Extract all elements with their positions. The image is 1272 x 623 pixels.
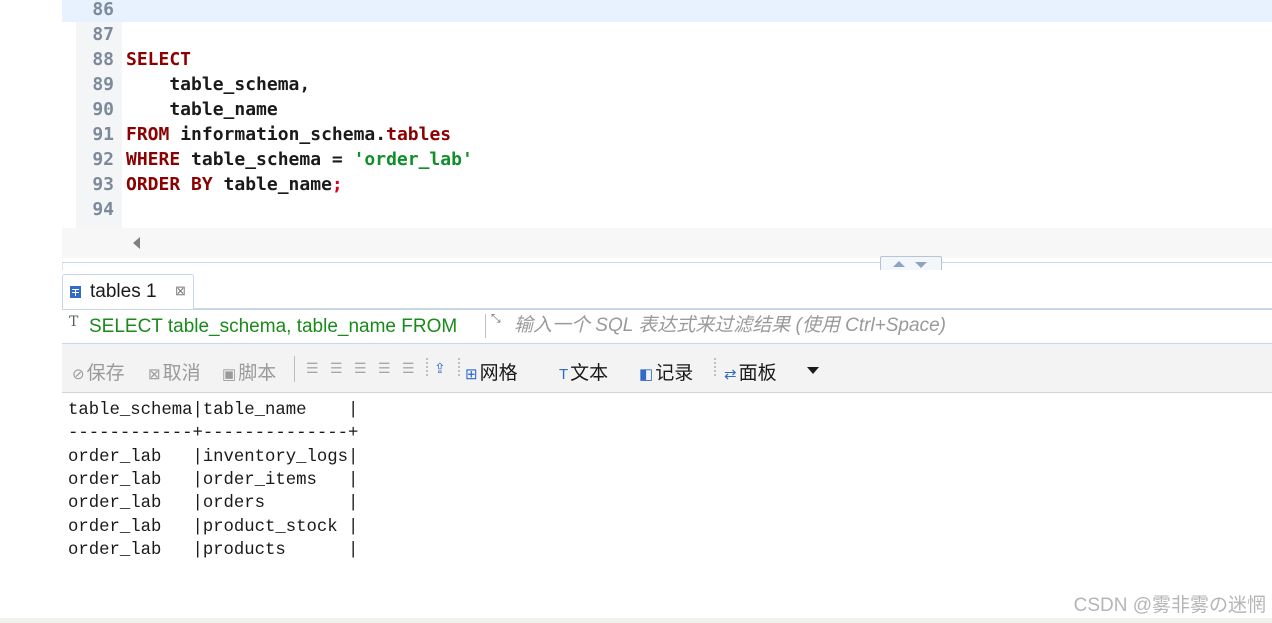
export-icon[interactable]: ⇪ [434,360,446,377]
result-line: order_lab |products | [68,540,359,560]
line-number: 90 [92,99,114,120]
results-tabbar: tables 1 ⊠ [62,270,1272,309]
text-filter-icon: T [69,314,79,330]
script-icon: ▣ [222,366,237,383]
line-code: table_schema, [126,72,310,97]
code-line[interactable]: 89 table_schema, [62,72,1272,97]
code-line[interactable]: 87 [62,22,1272,47]
check-circle-icon: ⊘ [72,366,85,383]
code-token: FROM [126,124,170,145]
filter-separator [485,314,486,338]
line-code: FROM information_schema.tables [126,122,451,147]
script-button[interactable]: ▣ 脚本 [222,358,276,385]
filter-query-text: SELECT table_schema, table_name FROM [89,316,458,337]
result-line: table_schema|table_name | [68,401,359,420]
row-delete-icon[interactable]: ☰ [378,360,391,377]
result-line: ------------+--------------+ [68,424,359,444]
save-button[interactable]: ⊘ 保存 [72,358,125,385]
line-code: ORDER BY table_name; [126,172,343,197]
result-line: order_lab |product_stock | [68,517,359,537]
code-token: table_schema = [180,149,354,170]
sash-down-icon[interactable] [915,262,927,268]
row-copy-icon[interactable]: ☰ [354,360,367,377]
result-line: order_lab |orders | [68,494,359,514]
toolbar-separator [294,356,295,382]
result-line: order_lab |order_items | [68,470,359,490]
grid-view-button[interactable]: ⊞ 网格 [465,358,518,385]
code-token: 'order_lab' [353,149,473,170]
left-gutter [0,0,63,623]
code-line[interactable]: 86 [62,0,1272,22]
line-number: 94 [92,199,114,220]
line-number: 89 [92,74,114,95]
code-token: table_name [126,99,278,120]
sql-editor[interactable]: 86 87 88 SELECT 89 table_schema, 90 table_nam… [62,0,1272,262]
line-number: 88 [92,49,114,70]
record-view-button[interactable]: ◧ 记录 [639,358,693,385]
record-icon: ◧ [639,366,654,383]
text-results-panel[interactable]: table_schema|table_name | ------------+--… [62,393,1272,623]
editor-results-divider [62,262,1272,263]
line-number: 92 [92,149,114,170]
line-code: table_name [126,97,278,122]
row-add-icon[interactable]: ☰ [330,360,343,377]
code-token: table_name [212,174,332,195]
line-number: 93 [92,174,114,195]
toolbar-grip [714,358,716,378]
row-revert-icon[interactable]: ☰ [402,360,415,377]
editor-horizontal-scrollbar[interactable] [62,228,1272,258]
sash-up-icon[interactable] [893,261,905,267]
code-token: information_schema. [169,124,387,145]
code-line[interactable]: 91 FROM information_schema.tables [62,122,1272,147]
panel-icon: ⇄ [724,366,737,383]
toolbar-grip [458,358,460,378]
code-line[interactable]: 94 [62,197,1272,222]
toolbar-grip [426,358,428,378]
grid-icon: ⊞ [465,366,478,383]
result-line: order_lab |inventory_logs| [68,447,359,467]
bottom-strip [0,618,1272,623]
text-view-button[interactable]: T 文本 [559,358,608,385]
code-line[interactable]: 92 WHERE table_schema = 'order_lab' [62,147,1272,172]
code-line[interactable]: 88 SELECT [62,47,1272,72]
watermark: CSDN @雾非雾の迷惘 [1073,595,1266,616]
filter-bar: T SELECT table_schema, table_name FROM ⤡ [62,309,1272,344]
code-token: SELECT [126,49,192,70]
line-code: SELECT [126,47,191,72]
tab-label: tables 1 [90,281,157,302]
code-token: ORDER BY [126,174,213,195]
expand-icon[interactable]: ⤡ [491,312,505,324]
code-line[interactable]: 93 ORDER BY table_name; [62,172,1272,197]
code-token: ; [331,174,343,195]
line-number: 91 [92,124,114,145]
code-token: table_schema, [126,74,311,95]
results-toolbar: ⊘ 保存 ⊠ 取消 ▣ 脚本 ☰ ☰ ☰ ☰ ☰ ⇪ ⊞ 网格 T 文本 ◧ 记录 ⇄ 面板 [62,344,1272,393]
close-icon[interactable]: ⊠ [175,283,186,299]
cancel-button[interactable]: ⊠ 取消 [148,358,201,385]
panels-button[interactable]: ⇄ 面板 [724,358,777,385]
filter-input[interactable] [514,312,1254,340]
scroll-left-icon[interactable] [133,237,140,249]
code-token: tables [386,124,452,145]
tab-tables-1[interactable]: tables 1 ⊠ [62,274,194,309]
line-number: 87 [92,24,114,45]
table-icon [70,286,81,298]
row-edit-icon[interactable]: ☰ [306,360,319,377]
chevron-down-icon[interactable] [807,367,819,374]
code-token: WHERE [126,149,181,170]
code-line[interactable]: 90 table_name [62,97,1272,122]
text-icon: T [559,366,569,383]
line-code: WHERE table_schema = 'order_lab' [126,147,473,172]
line-number: 86 [92,0,114,20]
cancel-icon: ⊠ [148,366,161,383]
